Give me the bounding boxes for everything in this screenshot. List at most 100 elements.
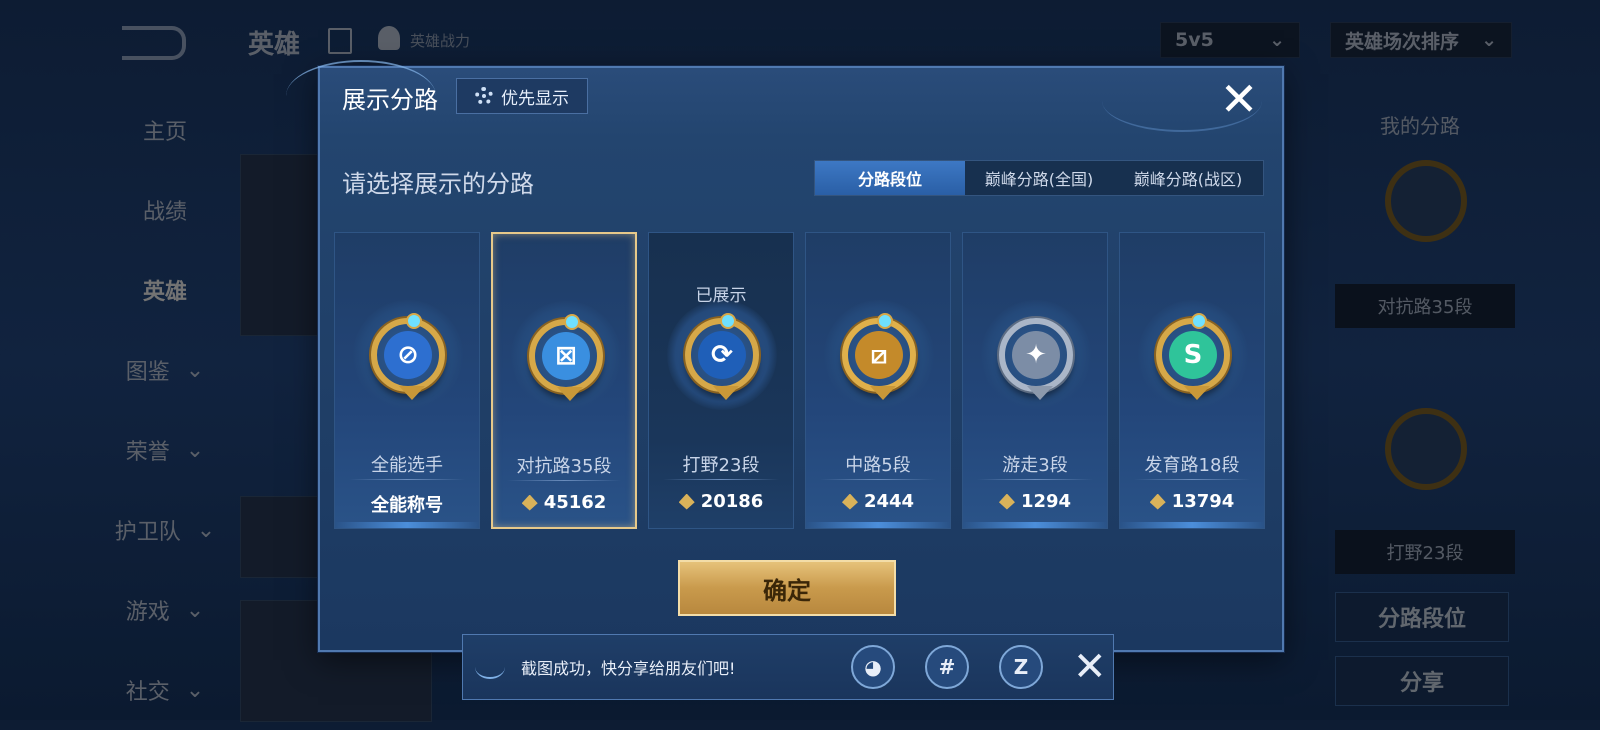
nav-item-record[interactable]: 战绩 <box>100 170 230 250</box>
tab-peak-national[interactable]: 巅峰分路(全国) <box>965 161 1113 195</box>
lane-name: 游走3段 <box>1002 455 1068 476</box>
lane-name: 中路5段 <box>845 455 911 476</box>
nav-item-atlas[interactable]: 图鉴 ⌄ <box>100 330 230 410</box>
sort-select[interactable]: 英雄场次排序 ⌄ <box>1330 22 1512 58</box>
top-lane-badge-icon <box>1385 160 1467 242</box>
lane-card-mid[interactable]: ⧄ 中路5段 2444 <box>805 232 951 529</box>
my-lane-title: 我的分路 <box>1380 114 1460 138</box>
lane-stat-value: 2444 <box>863 491 915 512</box>
lane-stat: 20186 <box>649 491 793 512</box>
mid-lane-badge-icon: ⧄ <box>842 313 916 400</box>
chevron-down-icon: ⌄ <box>185 677 205 703</box>
nav-label: 荣誉 <box>125 440 170 465</box>
priority-display-label: 优先显示 <box>501 88 569 109</box>
mode-select-value: 5v5 <box>1175 29 1214 51</box>
toast-text: 截图成功，快分享给朋友们吧! <box>521 659 736 678</box>
badge-glyph: ⊠ <box>542 332 590 380</box>
lane-stat: 2444 <box>806 491 950 512</box>
divider <box>349 479 465 480</box>
tab-peak-region[interactable]: 巅峰分路(战区) <box>1113 161 1263 195</box>
nav-label: 战绩 <box>142 200 187 225</box>
nav-item-guard[interactable]: 护卫队 ⌄ <box>100 490 230 570</box>
page-title: 英雄 <box>248 30 301 60</box>
card-glow <box>335 522 479 528</box>
nav-label: 游戏 <box>125 600 170 625</box>
divider <box>1134 479 1250 480</box>
lane-card-top[interactable]: ⊠ 对抗路35段 45162 <box>491 232 637 529</box>
lane-name: 对抗路35段 <box>516 456 612 477</box>
lane-stat-value: 20186 <box>700 491 764 512</box>
wechat-icon[interactable]: # <box>925 645 969 689</box>
badge-glyph: ✦ <box>1012 331 1060 379</box>
chevron-down-icon: ⌄ <box>1269 29 1285 51</box>
gem-icon <box>720 313 736 329</box>
confirm-button[interactable]: 确定 <box>678 560 896 616</box>
lane-card-jungle[interactable]: 已展示 ⟳ 打野23段 20186 <box>648 232 794 529</box>
lane-rank-button[interactable]: 分路段位 <box>1335 592 1509 642</box>
lane-stat-value: 45162 <box>543 492 607 513</box>
toast-close-icon[interactable]: ✕ <box>1073 647 1107 687</box>
gear-icon <box>475 87 493 105</box>
nav-label: 主页 <box>142 120 187 145</box>
lane-card-allround[interactable]: ⊘ 全能选手 全能称号 <box>334 232 480 529</box>
chevron-down-icon: ⌄ <box>185 357 205 383</box>
power-icon <box>998 493 1015 510</box>
nav-label: 护卫队 <box>114 520 181 545</box>
share-button[interactable]: 分享 <box>1335 656 1509 706</box>
chevron-down-icon: ⌄ <box>196 517 216 543</box>
lane-display-modal: 展示分路 优先显示 ✕ 请选择展示的分路 分路段位 巅峰分路(全国) 巅峰分路(… <box>286 60 1284 652</box>
lane-stat: 全能称号 <box>335 491 479 517</box>
back-logo-icon[interactable] <box>122 26 186 60</box>
lane-stat-value: 1294 <box>1020 491 1072 512</box>
lane-cards: ⊘ 全能选手 全能称号 ⊠ 对抗路35段 45162 已展示 ⟳ 打野23段 2… <box>334 232 1265 529</box>
nav-item-social[interactable]: 社交 ⌄ <box>100 650 230 730</box>
nav-item-game[interactable]: 游戏 ⌄ <box>100 570 230 650</box>
mode-select[interactable]: 5v5 ⌄ <box>1160 22 1300 58</box>
gem-icon <box>1191 313 1207 329</box>
divider <box>663 479 779 480</box>
card-glow <box>963 522 1107 528</box>
gem-icon <box>877 313 893 329</box>
divider <box>820 479 936 480</box>
badge-glyph: ⊘ <box>384 331 432 379</box>
sidebar-nav: 主页 战绩 英雄 图鉴 ⌄ 荣誉 ⌄ 护卫队 ⌄ 游戏 ⌄ 社交 ⌄ <box>100 90 230 730</box>
select-prompt: 请选择展示的分路 <box>342 170 534 198</box>
power-icon <box>678 493 695 510</box>
lane-card-adc[interactable]: S 发育路18段 13794 <box>1119 232 1265 529</box>
nav-item-hero[interactable]: 英雄 <box>100 250 230 330</box>
roam-badge-icon: ✦ <box>999 318 1073 400</box>
badge-glyph: ⟳ <box>698 331 746 379</box>
priority-display-button[interactable]: 优先显示 <box>456 78 588 114</box>
sort-select-value: 英雄场次排序 <box>1345 30 1460 53</box>
allround-badge-icon: ⊘ <box>371 313 445 400</box>
tab-lane-rank[interactable]: 分路段位 <box>815 161 965 195</box>
nav-item-honor[interactable]: 荣誉 ⌄ <box>100 410 230 490</box>
nav-label: 英雄 <box>142 280 187 305</box>
lane-name: 打野23段 <box>682 455 760 476</box>
card-glow <box>806 522 950 528</box>
qq-icon[interactable]: ◕ <box>851 645 895 689</box>
adc-lane-badge-icon: S <box>1156 313 1230 400</box>
nav-label: 社交 <box>125 680 170 705</box>
hero-power-label[interactable]: 英雄战力 <box>410 30 470 51</box>
power-icon <box>841 493 858 510</box>
nav-item-home[interactable]: 主页 <box>100 90 230 170</box>
lane2-label: 打野23段 <box>1335 530 1515 574</box>
power-icon <box>521 494 538 511</box>
jungle-badge-icon: ⟳ <box>685 313 759 400</box>
hero-power-icon <box>378 26 400 50</box>
qzone-icon[interactable]: Z <box>999 645 1043 689</box>
lane-stat-value: 全能称号 <box>371 495 443 516</box>
lane-stat: 13794 <box>1120 491 1264 512</box>
divider <box>507 480 621 481</box>
gem-icon <box>406 313 422 329</box>
divider <box>977 479 1093 480</box>
lane-stat-value: 13794 <box>1171 491 1235 512</box>
badge-glyph: ⧄ <box>855 331 903 379</box>
lane-card-roam[interactable]: ✦ 游走3段 1294 <box>962 232 1108 529</box>
list-icon[interactable] <box>328 28 352 54</box>
close-button[interactable]: ✕ <box>1216 76 1262 122</box>
lane-stat: 1294 <box>963 491 1107 512</box>
gem-icon <box>564 314 580 330</box>
chevron-down-icon: ⌄ <box>185 437 205 463</box>
